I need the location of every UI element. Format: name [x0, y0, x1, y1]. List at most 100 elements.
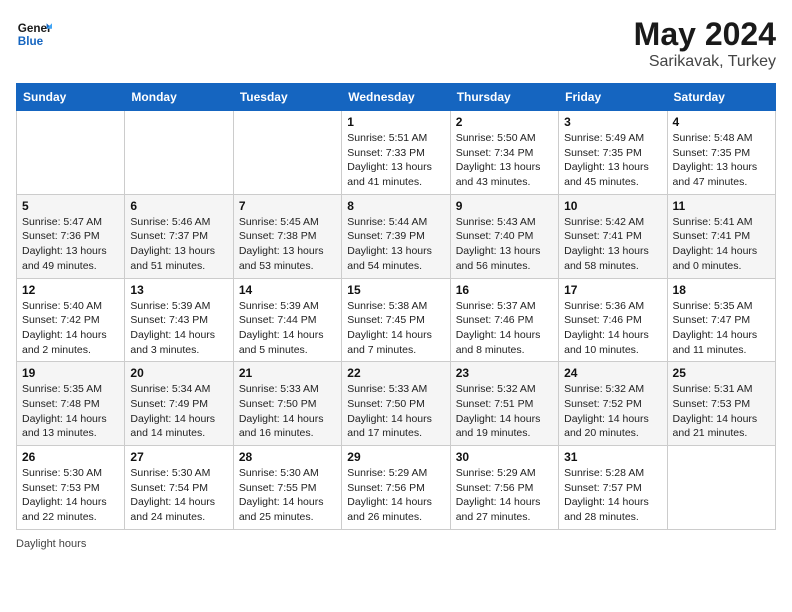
calendar-header-row: SundayMondayTuesdayWednesdayThursdayFrid…: [17, 84, 776, 111]
calendar-day-cell: 4 Sunrise: 5:48 AM Sunset: 7:35 PM Daylig…: [667, 111, 775, 195]
calendar-day-cell: 12Sunrise: 5:40 AM Sunset: 7:42 PM Dayli…: [17, 278, 125, 362]
calendar-day-cell: 23Sunrise: 5:32 AM Sunset: 7:51 PM Dayli…: [450, 362, 558, 446]
day-number: 24: [564, 366, 661, 380]
calendar-table: SundayMondayTuesdayWednesdayThursdayFrid…: [16, 83, 776, 530]
calendar-day-cell: 6 Sunrise: 5:46 AM Sunset: 7:37 PM Daylig…: [125, 194, 233, 278]
calendar-day-cell: 7Sunrise: 5:45 AM Sunset: 7:38 PM Daylig…: [233, 194, 341, 278]
calendar-day-cell: 16 Sunrise: 5:37 AM Sunset: 7:46 PM Dayli…: [450, 278, 558, 362]
day-info: Sunrise: 5:38 AM Sunset: 7:45 PM Dayligh…: [347, 299, 444, 358]
calendar-day-cell: 22Sunrise: 5:33 AM Sunset: 7:50 PM Dayli…: [342, 362, 450, 446]
day-info: Sunrise: 5:35 AM Sunset: 7:48 PM Dayligh…: [22, 382, 119, 441]
calendar-day-cell: [125, 111, 233, 195]
calendar-day-cell: 14Sunrise: 5:39 AM Sunset: 7:44 PM Dayli…: [233, 278, 341, 362]
day-number: 13: [130, 283, 227, 297]
calendar-day-cell: 3Sunrise: 5:49 AM Sunset: 7:35 PM Daylig…: [559, 111, 667, 195]
day-number: 22: [347, 366, 444, 380]
page-header: General Blue May 2024 Sarikavak, Turkey: [16, 16, 776, 71]
daylight-label: Daylight hours: [16, 538, 86, 550]
day-number: 15: [347, 283, 444, 297]
day-number: 27: [130, 450, 227, 464]
footer: Daylight hours: [16, 538, 776, 550]
day-info: Sunrise: 5:46 AM Sunset: 7:37 PM Dayligh…: [130, 215, 227, 274]
calendar-day-cell: 29 Sunrise: 5:29 AM Sunset: 7:56 PM Dayli…: [342, 446, 450, 530]
calendar-day-cell: 27Sunrise: 5:30 AM Sunset: 7:54 PM Dayli…: [125, 446, 233, 530]
day-info: Sunrise: 5:43 AM Sunset: 7:40 PM Dayligh…: [456, 215, 553, 274]
calendar-week-row: 5 Sunrise: 5:47 AM Sunset: 7:36 PM Daylig…: [17, 194, 776, 278]
calendar-day-cell: 9Sunrise: 5:43 AM Sunset: 7:40 PM Daylig…: [450, 194, 558, 278]
day-number: 19: [22, 366, 119, 380]
calendar-day-cell: 20Sunrise: 5:34 AM Sunset: 7:49 PM Dayli…: [125, 362, 233, 446]
day-info: Sunrise: 5:42 AM Sunset: 7:41 PM Dayligh…: [564, 215, 661, 274]
calendar-day-cell: 13 Sunrise: 5:39 AM Sunset: 7:43 PM Dayli…: [125, 278, 233, 362]
calendar-day-cell: 15 Sunrise: 5:38 AM Sunset: 7:45 PM Dayli…: [342, 278, 450, 362]
day-info: Sunrise: 5:30 AM Sunset: 7:55 PM Dayligh…: [239, 466, 336, 525]
day-info: Sunrise: 5:47 AM Sunset: 7:36 PM Dayligh…: [22, 215, 119, 274]
day-info: Sunrise: 5:37 AM Sunset: 7:46 PM Dayligh…: [456, 299, 553, 358]
day-info: Sunrise: 5:40 AM Sunset: 7:42 PM Dayligh…: [22, 299, 119, 358]
day-number: 31: [564, 450, 661, 464]
day-info: Sunrise: 5:36 AM Sunset: 7:46 PM Dayligh…: [564, 299, 661, 358]
day-info: Sunrise: 5:51 AM Sunset: 7:33 PM Dayligh…: [347, 131, 444, 190]
calendar-day-cell: 1Sunrise: 5:51 AM Sunset: 7:33 PM Daylig…: [342, 111, 450, 195]
day-info: Sunrise: 5:32 AM Sunset: 7:51 PM Dayligh…: [456, 382, 553, 441]
calendar-day-cell: 30 Sunrise: 5:29 AM Sunset: 7:56 PM Dayli…: [450, 446, 558, 530]
day-info: Sunrise: 5:33 AM Sunset: 7:50 PM Dayligh…: [239, 382, 336, 441]
day-number: 25: [673, 366, 770, 380]
location-subtitle: Sarikavak, Turkey: [634, 53, 776, 71]
calendar-day-cell: 21 Sunrise: 5:33 AM Sunset: 7:50 PM Dayli…: [233, 362, 341, 446]
calendar-day-cell: 5 Sunrise: 5:47 AM Sunset: 7:36 PM Daylig…: [17, 194, 125, 278]
day-number: 21: [239, 366, 336, 380]
day-info: Sunrise: 5:29 AM Sunset: 7:56 PM Dayligh…: [347, 466, 444, 525]
day-info: Sunrise: 5:44 AM Sunset: 7:39 PM Dayligh…: [347, 215, 444, 274]
day-of-week-header: Friday: [559, 84, 667, 111]
calendar-day-cell: 11Sunrise: 5:41 AM Sunset: 7:41 PM Dayli…: [667, 194, 775, 278]
logo: General Blue: [16, 16, 52, 52]
day-number: 4: [673, 115, 770, 129]
day-number: 8: [347, 199, 444, 213]
calendar-day-cell: 19 Sunrise: 5:35 AM Sunset: 7:48 PM Dayli…: [17, 362, 125, 446]
day-number: 11: [673, 199, 770, 213]
day-of-week-header: Sunday: [17, 84, 125, 111]
day-number: 30: [456, 450, 553, 464]
calendar-day-cell: 26Sunrise: 5:30 AM Sunset: 7:53 PM Dayli…: [17, 446, 125, 530]
calendar-day-cell: [233, 111, 341, 195]
calendar-week-row: 26Sunrise: 5:30 AM Sunset: 7:53 PM Dayli…: [17, 446, 776, 530]
day-number: 2: [456, 115, 553, 129]
day-number: 28: [239, 450, 336, 464]
calendar-day-cell: 8 Sunrise: 5:44 AM Sunset: 7:39 PM Daylig…: [342, 194, 450, 278]
day-number: 5: [22, 199, 119, 213]
day-info: Sunrise: 5:32 AM Sunset: 7:52 PM Dayligh…: [564, 382, 661, 441]
day-info: Sunrise: 5:50 AM Sunset: 7:34 PM Dayligh…: [456, 131, 553, 190]
calendar-day-cell: 2 Sunrise: 5:50 AM Sunset: 7:34 PM Daylig…: [450, 111, 558, 195]
calendar-week-row: 19 Sunrise: 5:35 AM Sunset: 7:48 PM Dayli…: [17, 362, 776, 446]
calendar-day-cell: 28 Sunrise: 5:30 AM Sunset: 7:55 PM Dayli…: [233, 446, 341, 530]
day-info: Sunrise: 5:39 AM Sunset: 7:43 PM Dayligh…: [130, 299, 227, 358]
month-year-title: May 2024: [634, 16, 776, 53]
day-of-week-header: Wednesday: [342, 84, 450, 111]
day-number: 6: [130, 199, 227, 213]
day-info: Sunrise: 5:28 AM Sunset: 7:57 PM Dayligh…: [564, 466, 661, 525]
day-number: 3: [564, 115, 661, 129]
title-block: May 2024 Sarikavak, Turkey: [634, 16, 776, 71]
day-number: 29: [347, 450, 444, 464]
day-info: Sunrise: 5:30 AM Sunset: 7:53 PM Dayligh…: [22, 466, 119, 525]
calendar-day-cell: 24 Sunrise: 5:32 AM Sunset: 7:52 PM Dayli…: [559, 362, 667, 446]
calendar-week-row: 12Sunrise: 5:40 AM Sunset: 7:42 PM Dayli…: [17, 278, 776, 362]
calendar-day-cell: [17, 111, 125, 195]
day-number: 18: [673, 283, 770, 297]
svg-text:Blue: Blue: [18, 35, 44, 48]
calendar-day-cell: 17 Sunrise: 5:36 AM Sunset: 7:46 PM Dayli…: [559, 278, 667, 362]
logo-icon: General Blue: [16, 16, 52, 52]
calendar-day-cell: 10Sunrise: 5:42 AM Sunset: 7:41 PM Dayli…: [559, 194, 667, 278]
day-number: 16: [456, 283, 553, 297]
day-info: Sunrise: 5:45 AM Sunset: 7:38 PM Dayligh…: [239, 215, 336, 274]
calendar-day-cell: [667, 446, 775, 530]
day-number: 14: [239, 283, 336, 297]
day-info: Sunrise: 5:29 AM Sunset: 7:56 PM Dayligh…: [456, 466, 553, 525]
day-number: 17: [564, 283, 661, 297]
day-number: 20: [130, 366, 227, 380]
day-of-week-header: Thursday: [450, 84, 558, 111]
day-info: Sunrise: 5:48 AM Sunset: 7:35 PM Dayligh…: [673, 131, 770, 190]
calendar-day-cell: 31 Sunrise: 5:28 AM Sunset: 7:57 PM Dayli…: [559, 446, 667, 530]
calendar-day-cell: 25Sunrise: 5:31 AM Sunset: 7:53 PM Dayli…: [667, 362, 775, 446]
